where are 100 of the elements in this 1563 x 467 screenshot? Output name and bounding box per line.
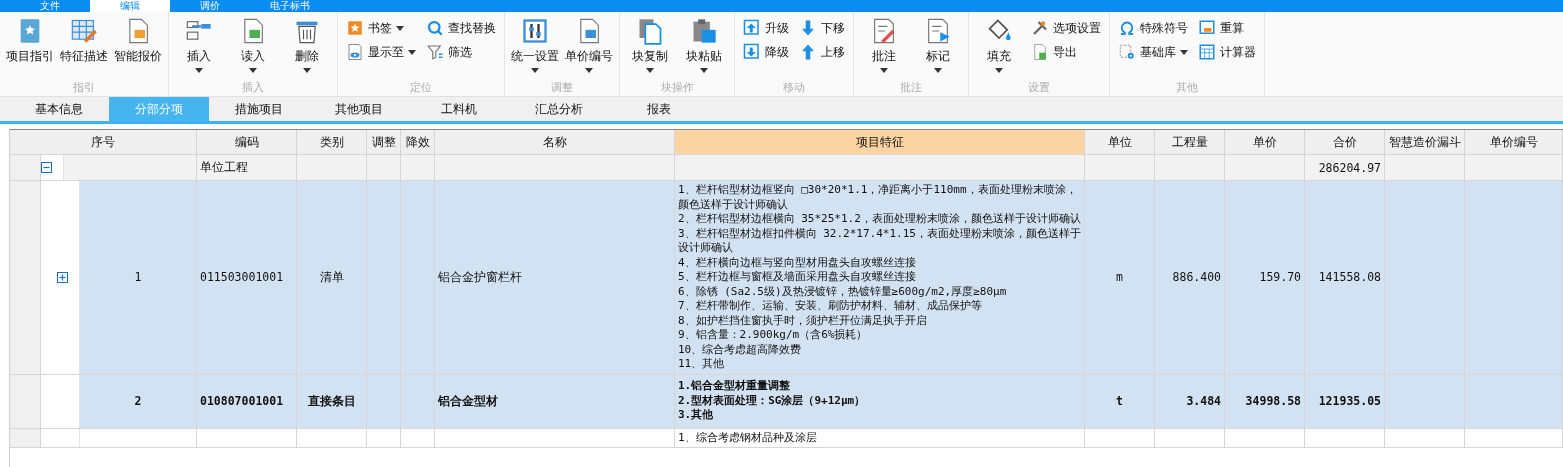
group-label: 其他: [1176, 81, 1198, 96]
search-icon: [426, 19, 444, 37]
ribbon-button[interactable]: 书签: [346, 19, 416, 37]
ribbon-button[interactable]: 重算: [1198, 19, 1256, 37]
column-header[interactable]: 序号: [10, 130, 197, 155]
expand-toggle[interactable]: [57, 271, 68, 283]
feature-line: 2.型材表面处理：SG涂层（9+12μm）: [678, 393, 866, 408]
ribbon-button[interactable]: 选项设置: [1031, 19, 1101, 37]
table-row[interactable]: 1、综合考虑钢材品种及涂层: [10, 428, 1563, 448]
ribbon-button[interactable]: 块复制: [624, 17, 676, 73]
caret-icon: [934, 68, 942, 73]
column-header[interactable]: 项目特征: [675, 130, 1085, 155]
ribbon-button[interactable]: 导出: [1031, 43, 1101, 61]
ribbon-button[interactable]: 特征描述: [58, 17, 110, 73]
ribbon-button[interactable]: 统一设置: [509, 17, 561, 73]
ribbon-button[interactable]: 插入: [173, 17, 225, 73]
feature-line: 8、如护栏挡住窗执手时，须护栏开位满足执手开启: [678, 313, 927, 328]
column-header[interactable]: 名称: [435, 130, 675, 155]
table-cell: [367, 374, 401, 429]
column-header[interactable]: 合价: [1305, 130, 1385, 155]
ribbon-button[interactable]: 批注: [858, 17, 910, 73]
ribbon-button[interactable]: 计算器: [1198, 43, 1256, 61]
arrow-up-icon: [743, 19, 761, 37]
ribbon-button[interactable]: 筛选: [426, 43, 496, 61]
column-header[interactable]: 单位: [1085, 130, 1155, 155]
ribbon-button[interactable]: 智能报价: [112, 17, 164, 73]
column-header[interactable]: 类别: [297, 130, 367, 155]
table-cell: 286204.97: [1318, 160, 1381, 175]
feature-line: 7、栏杆带制作、运输、安装、刷防护材料、辅材、成品保护等: [678, 299, 982, 314]
table-cell: 141558.08: [1318, 270, 1381, 285]
view-tab[interactable]: 基本信息: [9, 97, 109, 121]
table-cell: 铝合金型材: [438, 393, 498, 409]
menu-tab[interactable]: 编辑: [90, 0, 170, 12]
caret-icon: [249, 68, 257, 73]
column-header[interactable]: 单价编号: [1465, 130, 1563, 155]
view-tab[interactable]: 报表: [609, 97, 709, 121]
group-label: 定位: [410, 81, 432, 96]
table-cell: 886.400: [1172, 270, 1221, 285]
table-cell: t: [1116, 394, 1123, 408]
table-cell: m: [1116, 270, 1123, 285]
table-row[interactable]: 2 010807001001 直接条目 铝合金型材 1.铝合金型材重量调整 2.型材表面处理：SG涂层（9+12μm） 3.其他 t 3.484 34998.58 121935.05: [10, 374, 1563, 429]
arrow-down-icon: [743, 43, 761, 61]
ribbon-button[interactable]: 显示至: [346, 43, 416, 61]
table-row[interactable]: [10, 181, 1563, 375]
ribbon-button[interactable]: 特殊符号: [1118, 19, 1188, 37]
view-tab[interactable]: 措施项目: [209, 97, 309, 121]
table-cell: 159.70: [1259, 270, 1301, 285]
table-cell: 010807001001: [200, 394, 284, 408]
caret-icon: [396, 25, 404, 31]
ribbon-button[interactable]: 项目指引: [4, 17, 56, 73]
table-cell: [367, 428, 401, 448]
group-label: 插入: [242, 81, 264, 96]
caret-icon: [646, 68, 654, 73]
feature-line: 1、综合考虑钢材品种及涂层: [678, 430, 817, 445]
column-header[interactable]: 工程量: [1155, 130, 1225, 155]
ribbon-button[interactable]: 块粘贴: [678, 17, 730, 73]
view-tab[interactable]: 工料机: [409, 97, 509, 121]
group-label: 批注: [900, 81, 922, 96]
feature-line: 5、栏杆边框与窗框及墙面采用盘头自攻螺丝连接: [678, 270, 916, 285]
ribbon-button[interactable]: 降级: [743, 43, 789, 61]
column-header[interactable]: 编码: [197, 130, 297, 155]
caret-icon: [880, 68, 888, 73]
feature-line: 3、栏杆铝型材边框扣件横向 32.2*17.4*1.15，表面处理粉末喷涂，颜色送样于设计师确认: [678, 226, 1081, 256]
plus-icon: [58, 272, 67, 282]
ribbon-button[interactable]: 查找替换: [426, 19, 496, 37]
table-cell: 单位工程: [200, 160, 248, 175]
filter-icon: [426, 43, 444, 61]
view-tab[interactable]: 汇总分析: [509, 97, 609, 121]
caret-icon: [1180, 49, 1188, 55]
feature-line: 11、其他: [678, 357, 725, 372]
column-header[interactable]: 降效: [401, 130, 435, 155]
ribbon-button[interactable]: 填充: [973, 17, 1025, 73]
feature-line: 6、除锈 (Sa2.5级)及热浸镀锌，热镀锌量≥600g/m2,厚度≥80μm: [678, 284, 1007, 299]
caret-icon: [995, 68, 1003, 73]
table-row[interactable]: 单位工程 286204.97: [10, 155, 1563, 181]
export-icon: [1031, 43, 1049, 61]
feature-line: 3.其他: [678, 408, 714, 423]
ribbon-button[interactable]: 下移: [799, 19, 845, 37]
ribbon-button[interactable]: 标记: [912, 17, 964, 73]
caret-icon: [700, 68, 708, 73]
sliders-icon: [521, 17, 549, 45]
ribbon-button[interactable]: 上移: [799, 43, 845, 61]
omega-icon: [1118, 19, 1136, 37]
ribbon-button[interactable]: 基础库: [1118, 43, 1188, 61]
caret-icon: [303, 68, 311, 73]
caret-icon: [195, 68, 203, 73]
column-header[interactable]: 调整: [367, 130, 401, 155]
collapse-toggle[interactable]: [41, 162, 52, 173]
table-icon: [70, 17, 98, 45]
view-tab[interactable]: 其他项目: [309, 97, 409, 121]
ribbon-button[interactable]: 删除: [281, 17, 333, 73]
ribbon-button[interactable]: 升级: [743, 19, 789, 37]
column-header[interactable]: 智慧造价漏斗: [1385, 130, 1465, 155]
column-header[interactable]: 单价: [1225, 130, 1305, 155]
group-label: 设置: [1028, 81, 1050, 96]
ribbon-button[interactable]: 读入: [227, 17, 279, 73]
feature-line: 2、栏杆铝型材边框横向 35*25*1.2，表面处理粉末喷涂，颜色送样于设计师确认: [678, 212, 1081, 227]
table-cell-text: 2: [133, 394, 143, 408]
ribbon-button[interactable]: 单价编号: [563, 17, 615, 73]
calculator-icon: [1198, 43, 1216, 61]
